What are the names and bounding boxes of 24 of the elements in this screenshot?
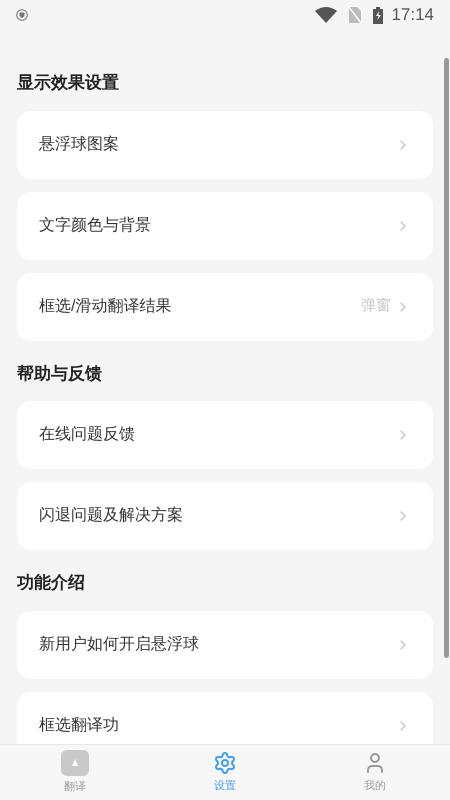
status-time: 17:14 bbox=[391, 4, 434, 26]
row-label: 闪退问题及解决方案 bbox=[39, 505, 183, 526]
settings-icon bbox=[213, 750, 237, 775]
row-value: 弹窗 bbox=[361, 296, 391, 316]
section-title: 帮助与反馈 bbox=[17, 362, 102, 384]
battery-icon bbox=[373, 6, 384, 24]
section-title: 功能介绍 bbox=[17, 572, 85, 594]
row-label: 文字颜色与背景 bbox=[39, 216, 151, 236]
row-label: 悬浮球图案 bbox=[39, 134, 119, 154]
settings-row[interactable]: 悬浮球图案 bbox=[17, 110, 433, 178]
shield-icon bbox=[16, 9, 28, 21]
no-sim-icon bbox=[349, 7, 362, 23]
row-label: 框选/滑动翻译结果 bbox=[39, 296, 172, 316]
settings-row[interactable]: 闪退问题及解决方案 bbox=[17, 482, 433, 550]
settings-row[interactable]: 框选翻译功 bbox=[17, 692, 433, 744]
row-label: 框选翻译功 bbox=[39, 716, 119, 736]
settings-row[interactable]: 新用户如何开启悬浮球 bbox=[17, 610, 433, 678]
settings-row[interactable]: 框选/滑动翻译结果 弹窗 bbox=[17, 272, 433, 340]
section-title: 显示效果设置 bbox=[17, 72, 119, 94]
wifi-icon bbox=[315, 7, 338, 23]
settings-row[interactable]: 在线问题反馈 bbox=[17, 401, 433, 469]
row-label: 新用户如何开启悬浮球 bbox=[39, 634, 199, 654]
row-label: 在线问题反馈 bbox=[39, 424, 135, 445]
settings-row[interactable]: 文字颜色与背景 bbox=[17, 192, 433, 260]
